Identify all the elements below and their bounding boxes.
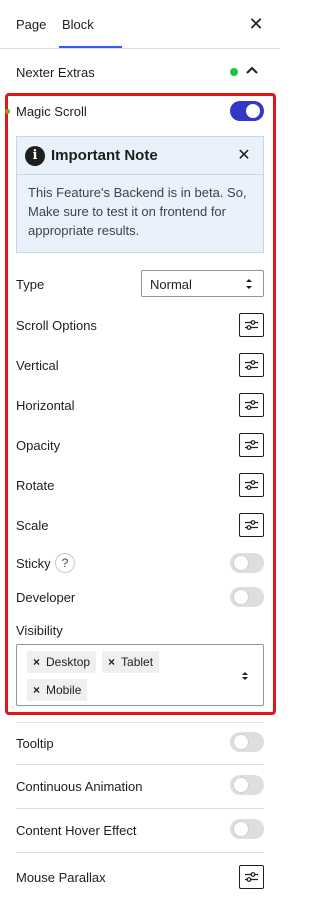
select-arrows-icon	[242, 672, 248, 680]
tooltip-toggle[interactable]	[230, 732, 264, 752]
developer-label: Developer	[16, 590, 76, 605]
note-title: Important Note	[51, 147, 158, 164]
sticky-toggle[interactable]	[230, 553, 264, 573]
sliders-icon	[245, 520, 258, 530]
sliders-icon	[245, 360, 258, 370]
remove-icon[interactable]: ×	[33, 683, 40, 697]
sliders-icon	[245, 440, 258, 450]
note-divider	[17, 174, 263, 175]
important-note: i Important Note ✕ This Feature's Backen…	[16, 136, 264, 253]
chip-label: Desktop	[46, 655, 91, 669]
sliders-icon	[245, 480, 258, 490]
sticky-label: Sticky	[16, 556, 51, 571]
divider	[16, 722, 264, 723]
select-arrows-icon	[246, 279, 252, 289]
visibility-chip[interactable]: × Desktop	[27, 651, 97, 673]
continuous-animation-label: Continuous Animation	[16, 779, 143, 794]
vertical-label: Vertical	[16, 358, 59, 373]
divider	[16, 764, 264, 765]
toggle-knob	[246, 104, 260, 118]
horizontal-button[interactable]	[239, 393, 264, 417]
divider	[16, 852, 264, 853]
status-dot	[230, 68, 238, 76]
toggle-knob	[234, 590, 248, 604]
tab-page[interactable]: Page	[16, 0, 46, 48]
tooltip-label: Tooltip	[16, 736, 54, 751]
rotate-label: Rotate	[16, 478, 55, 493]
nexter-extras-header[interactable]: Nexter Extras	[0, 49, 280, 93]
mouse-parallax-button[interactable]	[239, 865, 264, 889]
help-icon[interactable]: ?	[55, 553, 75, 573]
sidebar-tabs: Page Block ✕	[0, 0, 280, 49]
vertical-button[interactable]	[239, 353, 264, 377]
type-select-value: Normal	[150, 277, 192, 292]
toggle-knob	[234, 822, 248, 836]
developer-toggle[interactable]	[230, 587, 264, 607]
close-icon[interactable]: ✕	[248, 14, 264, 34]
visibility-label: Visibility	[16, 623, 63, 638]
note-close-icon[interactable]: ✕	[237, 145, 251, 165]
sliders-icon	[245, 400, 258, 410]
chip-label: Tablet	[121, 655, 154, 669]
chevron-up-icon[interactable]	[244, 63, 260, 77]
opacity-label: Opacity	[16, 438, 61, 453]
mouse-parallax-label: Mouse Parallax	[16, 870, 106, 885]
content-hover-effect-toggle[interactable]	[230, 819, 264, 839]
visibility-chip[interactable]: × Tablet	[102, 651, 160, 673]
toggle-knob	[234, 735, 248, 749]
scroll-options-button[interactable]	[239, 313, 264, 337]
type-select[interactable]: Normal	[141, 270, 264, 297]
remove-icon[interactable]: ×	[33, 655, 40, 669]
continuous-animation-toggle[interactable]	[230, 775, 264, 795]
scroll-options-label: Scroll Options	[16, 318, 97, 333]
type-label: Type	[16, 277, 45, 292]
note-body: This Feature's Backend is in beta. So, M…	[28, 185, 247, 238]
content-hover-effect-label: Content Hover Effect	[16, 823, 137, 838]
horizontal-label: Horizontal	[16, 398, 75, 413]
sliders-icon	[245, 872, 258, 882]
remove-icon[interactable]: ×	[108, 655, 115, 669]
indicator-dot	[5, 109, 10, 114]
scale-label: Scale	[16, 518, 49, 533]
visibility-chip[interactable]: × Mobile	[27, 679, 88, 701]
sliders-icon	[245, 320, 258, 330]
toggle-knob	[234, 778, 248, 792]
rotate-button[interactable]	[239, 473, 264, 497]
visibility-multiselect[interactable]: × Desktop × Tablet × Mobile	[16, 644, 264, 706]
magic-scroll-label: Magic Scroll	[16, 104, 87, 119]
info-icon: i	[25, 146, 45, 166]
tab-block[interactable]: Block	[62, 0, 94, 48]
section-title: Nexter Extras	[16, 65, 95, 80]
divider	[16, 808, 264, 809]
opacity-button[interactable]	[239, 433, 264, 457]
chip-label: Mobile	[46, 683, 82, 697]
scale-button[interactable]	[239, 513, 264, 537]
toggle-knob	[234, 556, 248, 570]
magic-scroll-toggle[interactable]	[230, 101, 264, 121]
active-tab-indicator	[59, 46, 122, 48]
